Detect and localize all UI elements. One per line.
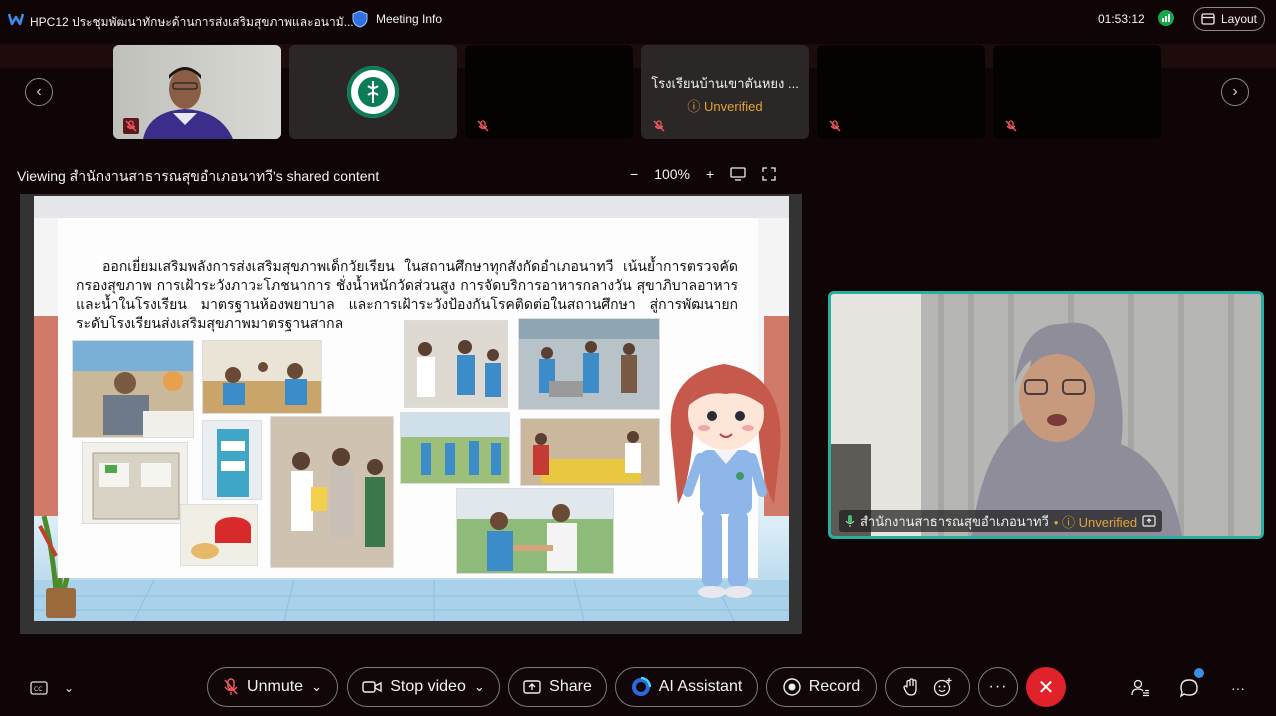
closed-captions-icon: CC [30,681,48,695]
participant-tile[interactable] [113,45,281,139]
participant-tile[interactable] [465,45,633,139]
strip-previous-button[interactable]: ‹ [25,78,53,106]
participant-tile[interactable] [993,45,1161,139]
more-options-button[interactable]: ··· [978,667,1018,707]
expand-video-icon[interactable] [1142,515,1156,527]
record-label: Record [808,678,861,695]
webex-logo-icon [8,13,24,26]
participant-name: โรงเรียนบ้านเขาตันหยง ... [651,76,799,91]
participants-icon [1131,679,1149,697]
meeting-title: HPC12 ประชุมพัฒนาทักษะด้านการส่งเสริมสุข… [30,15,354,29]
muted-mic-icon [1005,120,1017,132]
chat-button[interactable] [1177,668,1204,700]
shield-icon [352,10,368,28]
photo-health-check [270,416,394,568]
photo-outdoor-group [400,412,510,484]
zoom-level: 100% [654,166,690,182]
chevron-right-icon: › [1232,83,1238,100]
unmute-button[interactable]: Unmute ⌄ [207,667,338,707]
chevron-down-icon[interactable]: ⌄ [311,679,322,695]
monitor-icon[interactable] [730,167,746,181]
strip-next-button[interactable]: › [1221,78,1249,106]
stop-video-label: Stop video [390,678,466,695]
participants-button[interactable] [1128,676,1152,700]
speaker-video-frame [831,294,1261,536]
share-zoom-controls: − 100% + [630,166,776,182]
zoom-out-button[interactable]: − [630,166,638,182]
layout-icon [1201,13,1215,25]
title-bar: HPC12 ประชุมพัฒนาทักษะด้านการส่งเสริมสุข… [0,0,1276,40]
muted-mic-icon [477,120,489,132]
fullscreen-icon[interactable] [762,167,776,181]
emoji-reaction-icon[interactable] [933,677,953,697]
photo-officer-desk [72,340,194,438]
photo-kitchen-group [518,318,660,410]
active-speaker-video[interactable]: สำนักงานสาธารณสุขอำเภอนาทวี • ⓘ Unverifi… [828,291,1264,539]
chevron-down-icon[interactable]: ⌄ [474,679,485,695]
speaker-name-label: สำนักงานสาธารณสุขอำเภอนาทวี • ⓘ Unverifi… [839,510,1163,532]
participant-tile-school[interactable]: โรงเรียนบ้านเขาตันหยง ... ⓘ Unverified [641,45,809,139]
chevron-left-icon: ‹ [36,83,42,100]
meeting-info-button[interactable]: Meeting Info [352,10,442,28]
share-label: Share [549,678,592,695]
svg-text:CC: CC [34,686,42,693]
close-icon: ✕ [1037,676,1055,699]
cartoon-nurse-character [670,364,781,598]
moph-logo-icon [347,66,399,118]
mic-active-icon [845,515,855,527]
photo-handshake [456,488,614,574]
shared-slide: ออกเยี่ยมเสริมพลังการส่งเสริมสุขภาพเด็กว… [34,196,789,621]
muted-mic-icon [224,678,238,695]
unverified-badge: ⓘ Unverified [687,99,763,114]
share-screen-icon [523,680,541,694]
panel-more-button[interactable]: ··· [1226,676,1250,700]
raise-hand-icon[interactable] [902,678,919,696]
viewing-shared-content-label: Viewing สำนักงานสาธารณสุขอำเภอนาทวี's sh… [17,168,380,184]
chat-notification-dot [1194,668,1204,678]
participant-tile[interactable] [817,45,985,139]
ai-assistant-button[interactable]: AI Assistant [615,667,758,707]
closed-captions-button[interactable]: CC ⌄ [30,676,74,700]
unmute-label: Unmute [247,678,304,695]
layout-label: Layout [1220,12,1258,26]
network-signal-icon[interactable] [1158,10,1174,26]
zoom-in-button[interactable]: + [706,166,714,182]
share-button[interactable]: Share [508,667,607,707]
photo-cabinet [82,442,188,524]
photo-food-station [520,418,660,486]
chevron-down-icon: ⌄ [63,681,74,695]
question-circle-icon: ⓘ [687,99,701,114]
photo-shelf [202,420,262,500]
unverified-badge: • ⓘ Unverified [1053,514,1138,530]
reactions-group [885,667,970,707]
ai-assistant-icon [631,677,651,696]
more-horizontal-icon: ··· [1231,680,1245,696]
participant-tile[interactable] [289,45,457,139]
speaker-name: สำนักงานสาธารณสุขอำเภอนาทวี [860,513,1049,529]
photo-meeting-table [202,340,322,414]
chat-icon [1179,679,1198,698]
layout-button[interactable]: Layout [1193,7,1265,31]
muted-mic-icon [653,120,665,132]
meeting-info-label: Meeting Info [376,12,443,26]
meeting-timer: 01:53:12 [1098,12,1145,26]
record-button[interactable]: Record [766,667,877,707]
leave-meeting-button[interactable]: ✕ [1026,667,1066,707]
ai-assistant-label: AI Assistant [658,678,743,695]
muted-mic-icon [829,120,841,132]
photo-basin [180,504,258,566]
video-camera-icon [362,681,382,693]
record-icon [783,678,801,696]
photo-school-visit [404,320,508,408]
stop-video-button[interactable]: Stop video ⌄ [347,667,500,707]
muted-mic-icon [123,118,139,134]
more-horizontal-icon: ··· [988,678,1008,695]
